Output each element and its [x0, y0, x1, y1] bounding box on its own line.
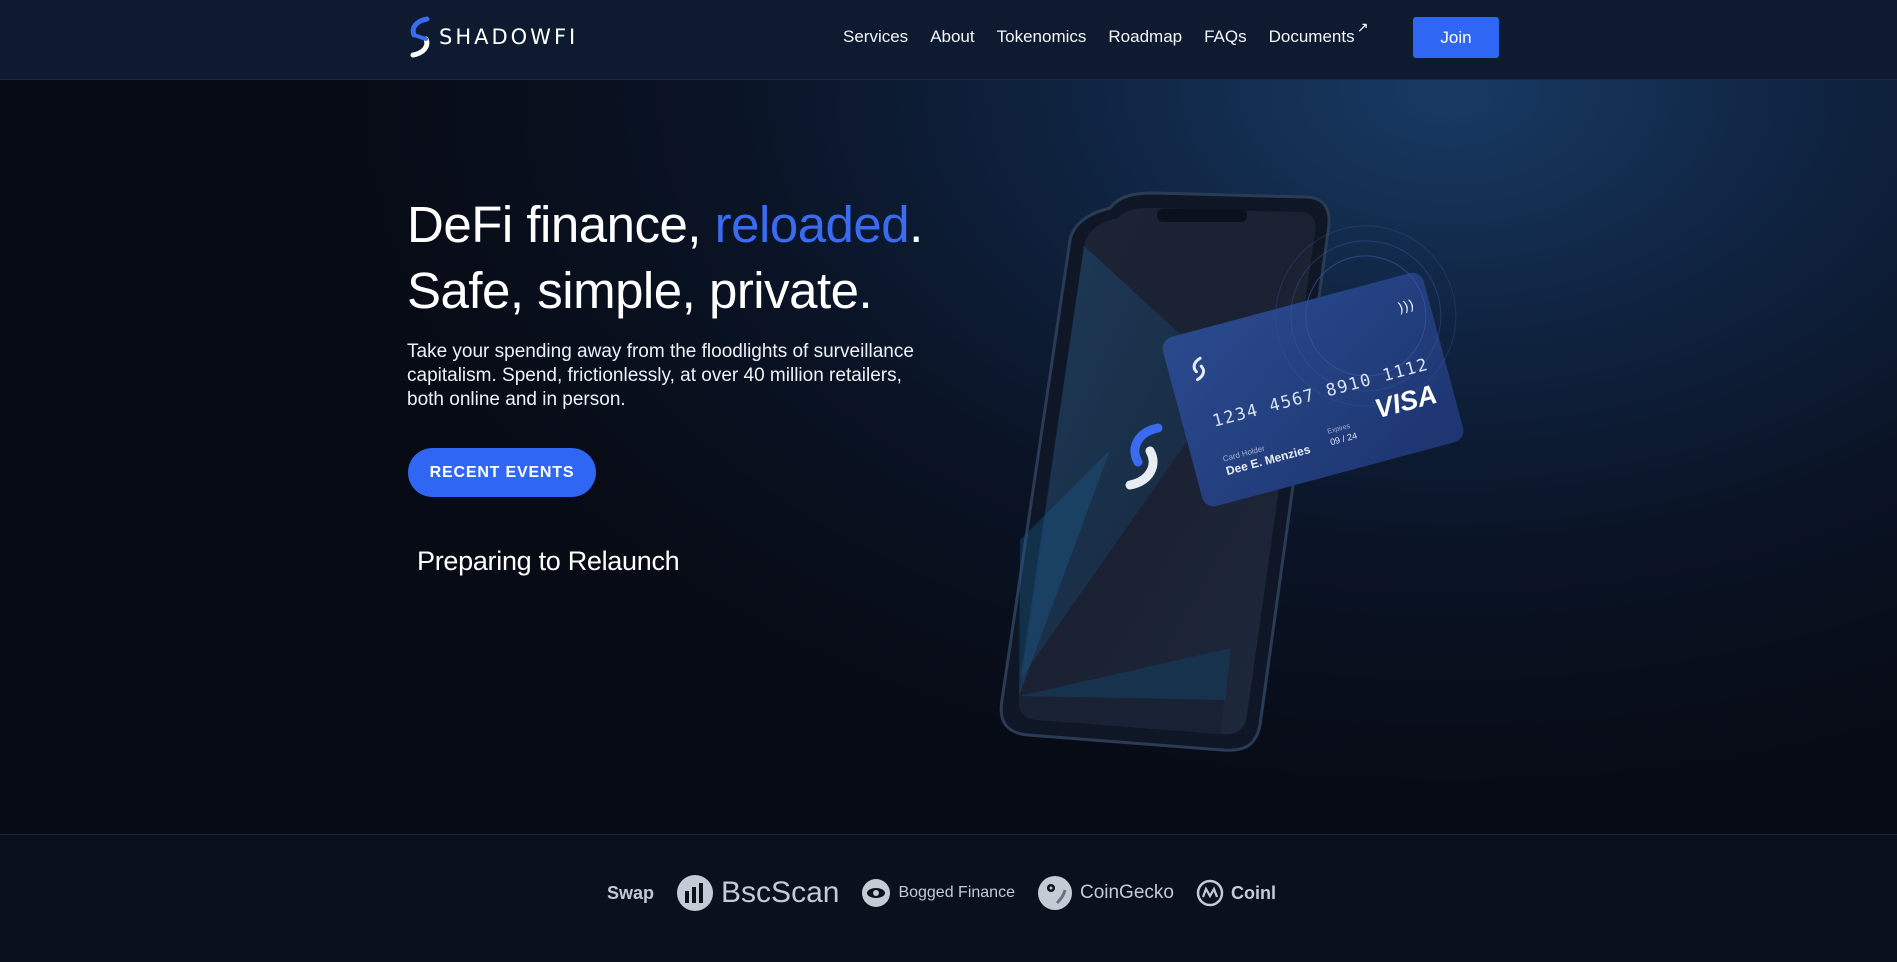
coingecko-icon: [1037, 875, 1073, 911]
hero-title-part1: DeFi finance,: [407, 196, 715, 253]
partner-bogged-finance[interactable]: Bogged Finance: [861, 878, 1015, 908]
nav-roadmap[interactable]: Roadmap: [1108, 27, 1182, 47]
bscscan-icon: [676, 874, 714, 912]
shadowfi-logo-icon: [410, 16, 430, 58]
hero-illustration: ))) 1234 4567 8910 1112 Card Holder Dee …: [999, 191, 1464, 752]
nav-services[interactable]: Services: [843, 27, 908, 47]
partner-name: CoinGecko: [1079, 882, 1174, 903]
partner-coingecko[interactable]: CoinGecko: [1037, 875, 1174, 911]
partners-bar: akeSwap BscScan Bogged Finance CoinGecko: [0, 835, 1897, 962]
partners-strip: akeSwap BscScan Bogged Finance CoinGecko: [607, 873, 1287, 913]
hero-title-accent: reloaded: [714, 196, 910, 253]
coinmarketcap-icon: [1196, 879, 1224, 907]
nav-faqs[interactable]: FAQs: [1204, 27, 1247, 47]
nav-documents-label: Documents: [1268, 27, 1355, 46]
hero-subtitle: Take your spending away from the floodli…: [407, 341, 914, 410]
partner-name: BscScan: [721, 876, 840, 909]
bogged-eye-icon: [861, 878, 891, 908]
partner-name: Coinl: [1230, 882, 1276, 903]
partner-name: Bogged Finance: [898, 884, 1015, 901]
hero-title: DeFi finance, reloaded. Safe, simple, pri…: [407, 192, 967, 324]
site-header: SHADOWFI Services About Tokenomics Roadm…: [0, 0, 1897, 80]
hero-title-period: .: [909, 196, 923, 253]
nav-tokenomics[interactable]: Tokenomics: [997, 27, 1087, 47]
nav-documents[interactable]: Documents ↗: [1268, 19, 1369, 47]
hero-title-line2: Safe, simple, private.: [407, 262, 873, 319]
logo-text: SHADOWFI: [439, 25, 579, 49]
partner-pancakeswap[interactable]: akeSwap: [607, 883, 654, 904]
partner-coinmarketcap[interactable]: Coinl: [1196, 879, 1276, 907]
join-button[interactable]: Join: [1413, 17, 1499, 58]
partner-bscscan[interactable]: BscScan: [676, 874, 839, 912]
logo[interactable]: SHADOWFI: [407, 16, 578, 58]
external-link-icon: ↗: [1356, 19, 1369, 35]
relaunch-status: Preparing to Relaunch: [417, 546, 680, 576]
partners-list: akeSwap BscScan Bogged Finance CoinGecko: [607, 873, 1287, 913]
partner-name: akeSwap: [607, 882, 655, 903]
nav-about[interactable]: About: [930, 27, 974, 47]
main-nav: Services About Tokenomics Roadmap FAQs D…: [843, 0, 1377, 74]
recent-events-button[interactable]: RECENT EVENTS: [408, 448, 596, 497]
